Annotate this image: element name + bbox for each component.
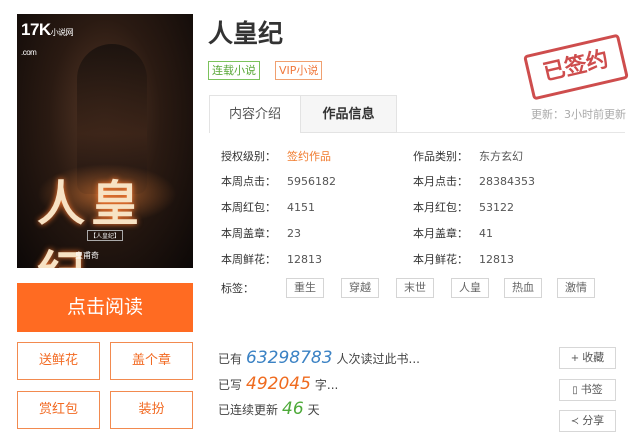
tag-item[interactable]: 激情 bbox=[557, 278, 595, 298]
cover-author: 皇甫奇 bbox=[75, 251, 99, 260]
tab-intro[interactable]: 内容介绍 bbox=[209, 95, 301, 133]
streak-prefix: 已连续更新 bbox=[218, 403, 279, 417]
share-icon: ≺ bbox=[570, 416, 580, 427]
bookmark-icon: ▯ bbox=[572, 385, 578, 396]
month-red-row: 本月红包： 53122 bbox=[413, 200, 514, 216]
book-cover[interactable]: 17K小说网.com 人皇纪 【人皇纪】 皇甫奇 bbox=[17, 14, 193, 268]
read-count: 63298783 bbox=[246, 348, 333, 368]
read-suffix: 人次读过此书... bbox=[336, 352, 420, 366]
month-flower-value: 12813 bbox=[479, 253, 514, 266]
month-stamp-value: 41 bbox=[479, 227, 493, 240]
month-flower-row: 本月鲜花： 12813 bbox=[413, 252, 514, 268]
month-clicks-label: 本月点击： bbox=[413, 175, 468, 188]
tab-divider bbox=[397, 132, 625, 133]
streak-days: 46 bbox=[282, 399, 304, 419]
week-red-label: 本周红包： bbox=[221, 201, 276, 214]
share-label: 分享 bbox=[582, 414, 605, 427]
month-clicks-value: 28384353 bbox=[479, 175, 535, 188]
tag-item[interactable]: 重生 bbox=[286, 278, 324, 298]
week-clicks-value: 5956182 bbox=[287, 175, 336, 188]
week-stamp-value: 23 bbox=[287, 227, 301, 240]
tags-label: 标签： bbox=[221, 282, 254, 295]
category-row: 作品类别： 东方玄幻 bbox=[413, 149, 523, 165]
update-time: 更新：3小时前更新 bbox=[531, 108, 626, 121]
bookmark-label: 书签 bbox=[580, 383, 603, 396]
update-streak-stat: 已连续更新 46 天 bbox=[218, 398, 320, 420]
week-stamp-row: 本周盖章： 23 bbox=[221, 226, 301, 242]
read-prefix: 已有 bbox=[218, 352, 243, 366]
month-stamp-label: 本月盖章： bbox=[413, 227, 468, 240]
cover-tag: 【人皇纪】 bbox=[87, 230, 124, 241]
auth-level-row: 授权级别： 签约作品 bbox=[221, 149, 331, 165]
stamp-button[interactable]: 盖个章 bbox=[110, 342, 193, 380]
week-clicks-row: 本周点击： 5956182 bbox=[221, 174, 336, 190]
month-red-value: 53122 bbox=[479, 201, 514, 214]
month-flower-label: 本月鲜花： bbox=[413, 253, 468, 266]
month-red-label: 本月红包： bbox=[413, 201, 468, 214]
written-prefix: 已写 bbox=[218, 378, 243, 392]
bookmark-button[interactable]: ▯ 书签 bbox=[559, 379, 616, 401]
tag-item[interactable]: 人皇 bbox=[451, 278, 489, 298]
word-count: 492045 bbox=[246, 374, 311, 394]
tag-item[interactable]: 热血 bbox=[504, 278, 542, 298]
tag-item[interactable]: 穿越 bbox=[341, 278, 379, 298]
read-count-stat: 已有 63298783 人次读过此书... bbox=[218, 347, 420, 369]
tab-info[interactable]: 作品信息 bbox=[301, 95, 397, 133]
week-red-row: 本周红包： 4151 bbox=[221, 200, 315, 216]
cover-title-art: 人皇纪 bbox=[37, 176, 146, 268]
week-red-value: 4151 bbox=[287, 201, 315, 214]
week-flower-label: 本周鲜花： bbox=[221, 253, 276, 266]
share-button[interactable]: ≺ 分享 bbox=[559, 410, 616, 432]
week-flower-value: 12813 bbox=[287, 253, 322, 266]
signed-stamp: 已签约 bbox=[523, 33, 629, 101]
book-title: 人皇纪 bbox=[208, 19, 284, 48]
tag-item[interactable]: 末世 bbox=[396, 278, 434, 298]
collect-button[interactable]: + 收藏 bbox=[559, 347, 616, 369]
dress-up-button[interactable]: 装扮 bbox=[110, 391, 193, 429]
read-button[interactable]: 点击阅读 bbox=[17, 283, 193, 332]
vip-badge[interactable]: VIP小说 bbox=[275, 61, 323, 80]
streak-suffix: 天 bbox=[307, 403, 320, 417]
collect-label: 收藏 bbox=[582, 351, 605, 364]
send-flower-button[interactable]: 送鲜花 bbox=[17, 342, 100, 380]
auth-level-label: 授权级别： bbox=[221, 150, 276, 163]
week-stamp-label: 本周盖章： bbox=[221, 227, 276, 240]
plus-icon: + bbox=[570, 353, 580, 364]
category-value[interactable]: 东方玄幻 bbox=[479, 150, 523, 163]
written-suffix: 字... bbox=[314, 378, 339, 392]
site-logo: 17K小说网 .com bbox=[21, 20, 74, 57]
week-clicks-label: 本周点击： bbox=[221, 175, 276, 188]
month-stamp-row: 本月盖章： 41 bbox=[413, 226, 493, 242]
auth-level-link[interactable]: 签约作品 bbox=[287, 150, 331, 163]
red-packet-button[interactable]: 赏红包 bbox=[17, 391, 100, 429]
category-label: 作品类别： bbox=[413, 150, 468, 163]
month-clicks-row: 本月点击： 28384353 bbox=[413, 174, 535, 190]
word-count-stat: 已写 492045 字... bbox=[218, 373, 338, 395]
week-flower-row: 本周鲜花： 12813 bbox=[221, 252, 322, 268]
serial-badge[interactable]: 连载小说 bbox=[208, 61, 260, 80]
